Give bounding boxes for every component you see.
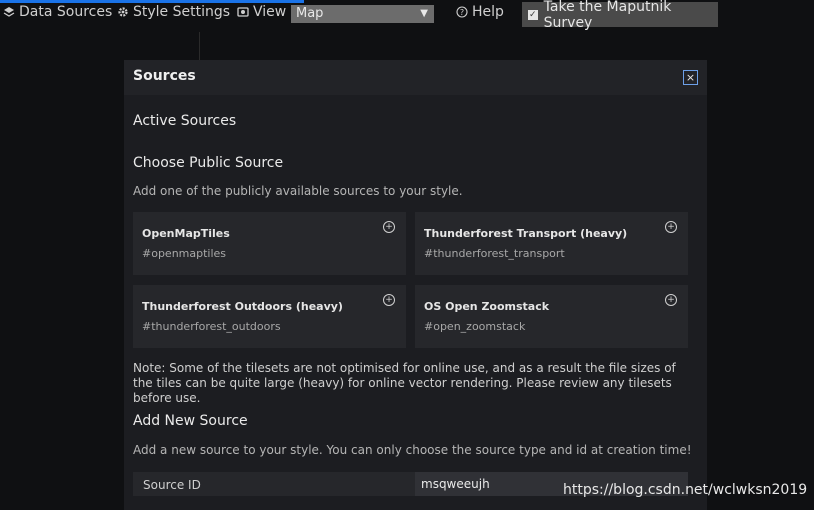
- svg-text:?: ?: [460, 8, 464, 17]
- source-card-title: OS Open Zoomstack: [424, 300, 550, 313]
- data-sources-button[interactable]: Data Sources: [3, 4, 112, 20]
- checkbox-icon: ✓: [528, 9, 538, 20]
- public-source-card[interactable]: Thunderforest Transport (heavy) #thunder…: [415, 212, 688, 275]
- data-sources-label: Data Sources: [19, 4, 113, 20]
- public-source-card[interactable]: Thunderforest Outdoors (heavy) #thunderf…: [133, 285, 406, 348]
- source-card-id: #thunderforest_transport: [424, 247, 565, 260]
- sources-modal: Sources × Active Sources Choose Public S…: [124, 60, 707, 510]
- chevron-down-icon: ▼: [420, 8, 428, 19]
- layers-icon: [3, 7, 15, 17]
- add-circle-icon[interactable]: +: [665, 294, 677, 306]
- source-card-title: OpenMapTiles: [142, 227, 230, 240]
- modal-header: Sources ×: [124, 60, 707, 95]
- view-select[interactable]: Map ▼: [291, 5, 434, 23]
- survey-button[interactable]: ✓ Take the Maputnik Survey: [522, 0, 718, 31]
- survey-label: Take the Maputnik Survey: [543, 0, 672, 31]
- close-icon[interactable]: ×: [683, 70, 698, 85]
- tileset-note: Note: Some of the tilesets are not optim…: [133, 361, 676, 405]
- help-button[interactable]: ? Help: [456, 4, 504, 20]
- help-label: Help: [472, 4, 504, 20]
- watermark-url: https://blog.csdn.net/wclwksn2019: [563, 482, 808, 498]
- top-toolbar: Data Sources Style Settings View Map ▼ ?…: [0, 0, 814, 31]
- add-new-source-heading: Add New Source: [133, 413, 248, 429]
- public-source-description: Add one of the publicly available source…: [133, 184, 463, 198]
- view-label-group: View: [237, 4, 286, 20]
- source-card-id: #thunderforest_outdoors: [142, 320, 281, 333]
- background-divider: [199, 32, 200, 60]
- view-select-value: Map: [296, 6, 324, 21]
- style-settings-button[interactable]: Style Settings: [117, 4, 230, 20]
- eye-icon: [237, 7, 249, 17]
- public-source-card[interactable]: OS Open Zoomstack #open_zoomstack +: [415, 285, 688, 348]
- add-new-source-description: Add a new source to your style. You can …: [133, 443, 692, 457]
- source-id-label: Source ID: [143, 478, 201, 492]
- source-card-id: #openmaptiles: [142, 247, 227, 260]
- question-icon: ?: [456, 6, 468, 18]
- source-card-title: Thunderforest Transport (heavy): [424, 227, 628, 240]
- active-sources-heading: Active Sources: [133, 113, 237, 129]
- add-circle-icon[interactable]: +: [383, 294, 395, 306]
- add-circle-icon[interactable]: +: [665, 221, 677, 233]
- source-card-id: #open_zoomstack: [424, 320, 526, 333]
- style-settings-label: Style Settings: [133, 4, 231, 20]
- gear-icon: [118, 7, 128, 17]
- view-label: View: [253, 4, 287, 20]
- source-card-title: Thunderforest Outdoors (heavy): [142, 300, 343, 313]
- modal-title: Sources: [133, 68, 196, 84]
- public-source-card[interactable]: OpenMapTiles #openmaptiles +: [133, 212, 406, 275]
- choose-public-source-heading: Choose Public Source: [133, 155, 284, 171]
- add-circle-icon[interactable]: +: [383, 221, 395, 233]
